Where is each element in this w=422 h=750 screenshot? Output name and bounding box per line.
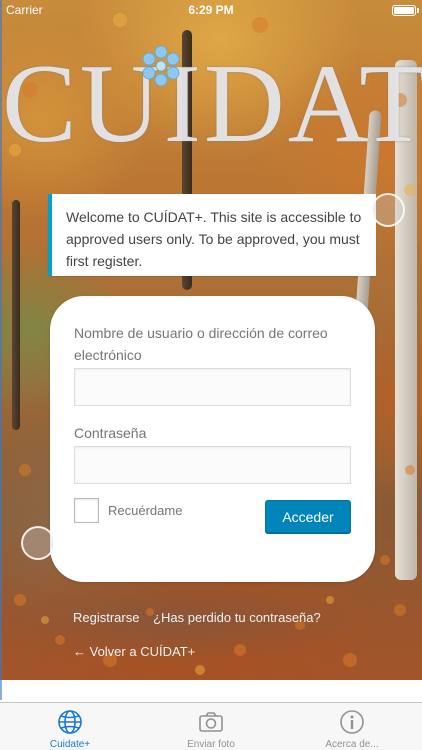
touch-indicator <box>21 526 55 560</box>
register-link[interactable]: Registrarse <box>73 610 139 625</box>
tab-label: Enviar foto <box>187 739 235 750</box>
remember-me-checkbox[interactable] <box>74 498 99 523</box>
site-logo: CUIDAT+ <box>0 38 422 178</box>
login-form: Nombre de usuario o dirección de correo … <box>50 296 375 582</box>
tab-label: Acerca de... <box>325 739 379 750</box>
account-links: Registrarse ¿Has perdido tu contraseña? <box>73 610 331 625</box>
tab-label: Cuidate+ <box>49 739 91 750</box>
password-input[interactable] <box>74 446 351 484</box>
flower-logo-icon <box>142 45 180 87</box>
info-icon <box>340 710 364 734</box>
lost-password-link[interactable]: ¿Has perdido tu contraseña? <box>153 610 321 625</box>
remember-me-row: Recuérdame <box>74 498 182 523</box>
logo-text: CUIDAT+ <box>2 42 422 166</box>
globe-icon <box>58 710 82 734</box>
remember-me-label[interactable]: Recuérdame <box>108 503 182 518</box>
tab-cuidate[interactable]: Cuidate+ <box>0 703 140 750</box>
status-time: 6:29 PM <box>188 3 234 17</box>
battery-icon <box>392 5 419 16</box>
touch-indicator <box>371 193 405 227</box>
welcome-notice: Welcome to CUÍDAT+. This site is accessi… <box>48 194 376 276</box>
camera-icon <box>199 712 223 732</box>
status-bar: Carrier 6:29 PM <box>0 0 422 20</box>
tab-acerca-de[interactable]: Acerca de... <box>282 703 422 750</box>
edge-highlight <box>0 0 2 700</box>
back-to-site-link[interactable]: ← Volver a CUÍDAT+ <box>73 644 195 659</box>
username-label: Nombre de usuario o dirección de correo … <box>74 325 328 363</box>
tab-bar: Cuidate+ Enviar foto Acerca de... <box>0 702 422 750</box>
password-label: Contraseña <box>74 425 147 441</box>
login-button[interactable]: Acceder <box>265 500 351 533</box>
username-input[interactable] <box>74 368 351 406</box>
app-screen: Carrier 6:29 PM CUIDAT+ Welcome to CUÍDA… <box>0 0 422 750</box>
tab-enviar-foto[interactable]: Enviar foto <box>141 703 281 750</box>
